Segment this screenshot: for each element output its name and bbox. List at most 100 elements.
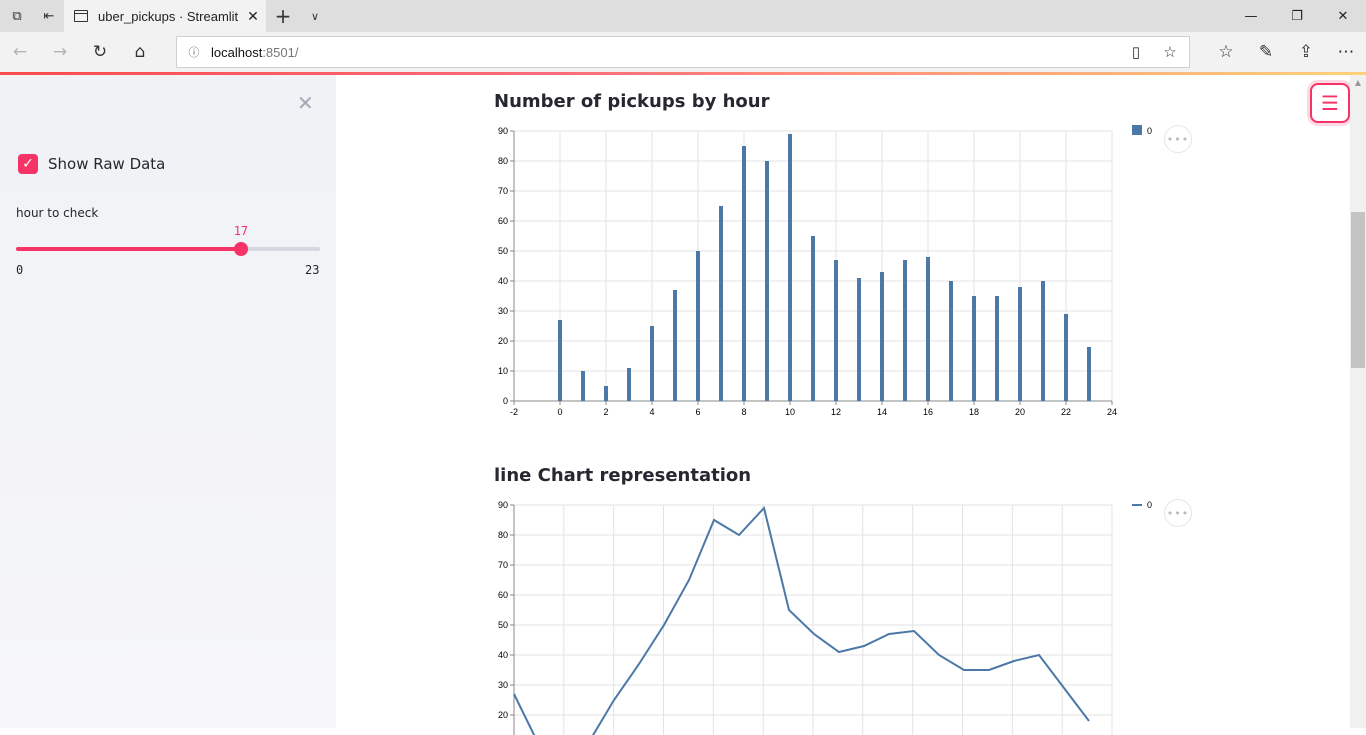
bar — [995, 296, 999, 401]
bar-chart-title: Number of pickups by hour — [494, 91, 770, 112]
refresh-icon[interactable]: ↻ — [80, 32, 120, 72]
y-tick-label: 70 — [498, 560, 508, 570]
tab-close-icon[interactable]: ✕ — [240, 8, 266, 25]
slider-thumb[interactable] — [233, 242, 248, 256]
x-tick-label: 10 — [785, 407, 795, 417]
back-icon[interactable]: ← — [0, 32, 40, 72]
legend-swatch — [1132, 125, 1142, 135]
x-tick-label: 14 — [877, 407, 887, 417]
bar — [926, 257, 930, 401]
y-tick-label: 60 — [498, 590, 508, 600]
y-tick-label: 80 — [498, 156, 508, 166]
tab-title: uber_pickups · Streamlit — [98, 8, 239, 24]
y-tick-label: 40 — [498, 650, 508, 660]
bar — [1064, 314, 1068, 401]
bar — [1087, 347, 1091, 401]
info-icon[interactable]: ⓘ — [177, 44, 211, 60]
pen-icon[interactable]: ✎ — [1246, 32, 1286, 72]
main-content: ☰ Number of pickups by hour 0 10 20 30 40 50 6… — [336, 75, 1350, 735]
url-host: localhost — [211, 44, 263, 60]
show-raw-data-checkbox[interactable]: ✓ Show Raw Data — [18, 154, 165, 174]
x-tick-label: 0 — [557, 407, 562, 417]
y-tick-label: 30 — [498, 680, 508, 690]
browser-navbar: ← → ↻ ⌂ ⓘ localhost:8501/ ▯ ☆ ☆ ✎ ⇪ ⋯ — [0, 32, 1366, 72]
chevron-down-icon[interactable]: ∨ — [298, 0, 332, 32]
slider-current-value: 17 — [233, 224, 249, 238]
bar — [903, 260, 907, 401]
x-tick-label: 24 — [1107, 407, 1117, 417]
x-tick-label: 18 — [969, 407, 979, 417]
y-tick-label: 50 — [498, 620, 508, 630]
favorite-star-icon[interactable]: ☆ — [1153, 37, 1187, 67]
y-tick-label: 10 — [498, 366, 508, 376]
bar — [604, 386, 608, 401]
x-tick-label: 8 — [741, 407, 746, 417]
scroll-thumb[interactable] — [1351, 212, 1365, 368]
y-tick-label: 20 — [498, 336, 508, 346]
browser-tab[interactable]: uber_pickups · Streamlit ✕ — [64, 0, 266, 32]
sidebar: ✕ ✓ Show Raw Data hour to check 17 0 23 — [0, 75, 336, 728]
tab-list-icon[interactable]: ⧉ — [0, 0, 34, 32]
x-tick-label: 22 — [1061, 407, 1071, 417]
bar — [788, 134, 792, 401]
bar — [558, 320, 562, 401]
bar — [627, 368, 631, 401]
address-bar[interactable]: ⓘ localhost:8501/ ▯ ☆ — [176, 36, 1190, 68]
page-icon — [74, 10, 88, 22]
bar-chart-actions-icon[interactable]: ••• — [1164, 125, 1192, 153]
window-close-icon[interactable]: ✕ — [1320, 0, 1366, 32]
browser-titlebar: ⧉ ⇤ uber_pickups · Streamlit ✕ + ∨ — ❐ ✕ — [0, 0, 1366, 32]
y-tick-label: 50 — [498, 246, 508, 256]
bar — [696, 251, 700, 401]
minimize-icon[interactable]: — — [1228, 0, 1274, 32]
x-tick-label: 2 — [603, 407, 608, 417]
restore-icon[interactable]: ❐ — [1274, 0, 1320, 32]
bar — [742, 146, 746, 401]
scroll-up-icon[interactable]: ▲ — [1350, 75, 1366, 89]
sidebar-close-icon[interactable]: ✕ — [297, 91, 314, 115]
y-tick-label: 40 — [498, 276, 508, 286]
bar — [880, 272, 884, 401]
x-tick-label: 16 — [923, 407, 933, 417]
bar — [1041, 281, 1045, 401]
series-line — [513, 505, 1090, 735]
new-tab-icon[interactable]: + — [266, 0, 300, 32]
y-tick-label: 80 — [498, 530, 508, 540]
bar-chart: 0102030405060708090-2 0 2 4 6 8 10 12 14 16 18 20 22… — [498, 125, 1152, 417]
favorites-icon[interactable]: ☆ — [1206, 32, 1246, 72]
x-tick-label: 12 — [831, 407, 841, 417]
bar — [834, 260, 838, 401]
bar — [949, 281, 953, 401]
y-tick-label: 90 — [498, 500, 508, 510]
bar — [765, 161, 769, 401]
y-tick-label: 20 — [498, 710, 508, 720]
checkbox-checked-icon[interactable]: ✓ — [18, 154, 38, 174]
reading-view-icon[interactable]: ▯ — [1119, 37, 1153, 67]
hour-slider[interactable] — [16, 242, 320, 256]
hamburger-menu-icon[interactable]: ☰ — [1310, 83, 1350, 123]
share-icon[interactable]: ⇪ — [1286, 32, 1326, 72]
url-path: :8501/ — [262, 44, 299, 60]
line-chart-title: line Chart representation — [494, 465, 752, 486]
y-tick-label: 60 — [498, 216, 508, 226]
y-tick-label: 30 — [498, 306, 508, 316]
checkbox-label: Show Raw Data — [48, 155, 166, 173]
line-chart-actions-icon[interactable]: ••• — [1164, 499, 1192, 527]
line-chart: 20 30 40 50 60 70 80 90 0 — [498, 500, 1152, 735]
y-tick-label: 90 — [498, 126, 508, 136]
slider-min: 0 — [16, 263, 24, 277]
x-tick-label: 6 — [695, 407, 700, 417]
bar — [650, 326, 654, 401]
legend-label: 0 — [1147, 126, 1152, 136]
set-tabs-aside-icon[interactable]: ⇤ — [32, 0, 66, 32]
forward-icon[interactable]: → — [40, 32, 80, 72]
bar — [972, 296, 976, 401]
bar — [857, 278, 861, 401]
legend-label: 0 — [1147, 500, 1152, 510]
home-icon[interactable]: ⌂ — [120, 32, 160, 72]
more-icon[interactable]: ⋯ — [1326, 32, 1366, 72]
x-tick-label: 20 — [1015, 407, 1025, 417]
x-tick-label: 4 — [649, 407, 654, 417]
y-tick-label: 0 — [503, 396, 508, 406]
page-scrollbar[interactable]: ▲ — [1350, 75, 1366, 728]
